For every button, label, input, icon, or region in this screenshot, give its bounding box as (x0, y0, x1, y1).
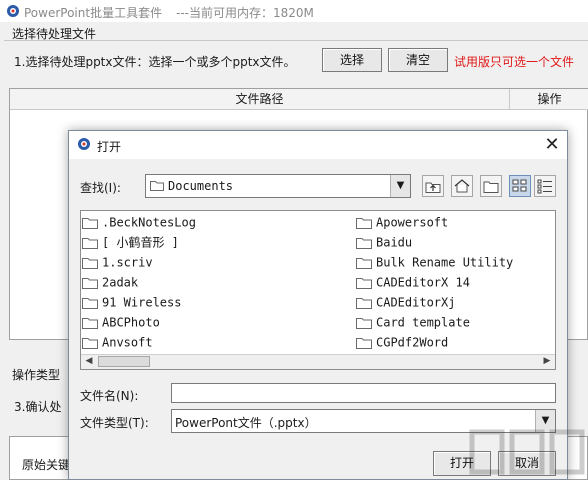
clear-button[interactable]: 清空 (388, 48, 448, 72)
details-view-icon (537, 179, 552, 194)
details-view-toggle[interactable] (534, 175, 556, 197)
file-list-column-right: Apowersoft Baidu Bulk Rename Utility CADEdi… (356, 212, 513, 352)
folder-list-item[interactable]: Baidu (356, 232, 513, 252)
operation-type-label: 操作类型 (12, 368, 61, 382)
file-list-column-left: .BeckNotesLog [ 小鹤音形 ] 1.scriv 2adak 91 Wire… (82, 212, 196, 352)
folder-name: .BeckNotesLog (102, 215, 196, 230)
app-logo-icon (7, 5, 19, 17)
folder-icon (82, 297, 98, 309)
look-in-label: 查找(I): (80, 181, 121, 195)
folder-list-item[interactable]: 2adak (82, 272, 196, 292)
folder-list-item[interactable]: .BeckNotesLog (82, 212, 196, 232)
folder-name: Bulk Rename Utility (376, 255, 514, 270)
file-name-label: 文件名(N): (80, 389, 139, 403)
folder-list-item[interactable]: CADEditorX 14 (356, 272, 513, 292)
dialog-title: 打开 (97, 140, 122, 154)
folder-list-item[interactable]: Card template (356, 312, 513, 332)
new-folder-button[interactable] (480, 175, 502, 197)
home-icon (454, 179, 470, 193)
folder-list-item[interactable]: [ 小鹤音形 ] (82, 232, 196, 252)
scroll-right-icon[interactable]: ▶ (540, 355, 554, 368)
folder-icon (82, 317, 98, 329)
folder-icon (82, 257, 98, 269)
horizontal-scrollbar[interactable] (81, 354, 555, 369)
step1-label: 1.选择待处理pptx文件：选择一个或多个pptx文件。 (14, 55, 296, 69)
folder-name: Anvsoft (102, 335, 153, 350)
folder-icon (356, 337, 372, 349)
folder-list-item[interactable]: CADEditorXj (356, 292, 513, 312)
new-folder-icon (483, 181, 499, 193)
folder-icon (356, 217, 372, 229)
folder-icon (356, 317, 372, 329)
folder-name: [ 小鹤音形 ] (102, 235, 179, 250)
folder-icon (82, 277, 98, 289)
folder-icon (82, 337, 98, 349)
folder-icon (356, 237, 372, 249)
original-keyword-label: 原始关键 (22, 458, 71, 472)
step3-label: 3.确认处 (14, 400, 62, 414)
close-icon[interactable]: ✕ (540, 133, 564, 157)
trial-note: 试用版只可选一个文件 (454, 55, 575, 69)
scrollbar-thumb[interactable] (98, 356, 150, 367)
folder-icon (356, 277, 372, 289)
folder-list-item[interactable]: Anvsoft (82, 332, 196, 352)
column-header-action[interactable]: 操作 (511, 89, 588, 109)
watermark-logo-icon (469, 429, 585, 475)
folder-list-item[interactable]: 91 Wireless (82, 292, 196, 312)
file-name-input[interactable] (171, 383, 556, 403)
chevron-down-icon[interactable]: ▼ (390, 175, 410, 197)
look-in-value: Documents (168, 179, 234, 193)
folder-list-item[interactable]: Bulk Rename Utility (356, 252, 513, 272)
select-button[interactable]: 选择 (322, 48, 382, 72)
scroll-left-icon[interactable]: ◀ (82, 355, 96, 368)
folder-name: 2adak (102, 275, 139, 290)
dialog-titlebar[interactable] (69, 131, 567, 159)
folder-name: Apowersoft (376, 215, 449, 230)
folder-name: Card template (376, 315, 470, 330)
dialog-app-icon (78, 138, 90, 150)
folder-icon (356, 297, 372, 309)
folder-list-item[interactable]: Apowersoft (356, 212, 513, 232)
folder-icon (150, 181, 164, 191)
column-header-path[interactable]: 文件路径 (10, 89, 510, 109)
up-one-level-button[interactable] (422, 175, 444, 197)
folder-icon (82, 217, 98, 229)
folder-name: CADEditorX 14 (376, 275, 470, 290)
window-title: PowerPoint批量工具套件 (24, 6, 163, 20)
folder-icon (356, 257, 372, 269)
folder-name: 1.scriv (102, 255, 153, 270)
folder-list-item[interactable]: 1.scriv (82, 252, 196, 272)
folder-name: ABCPhoto (102, 315, 160, 330)
folder-name: 91 Wireless (102, 295, 182, 310)
folder-list-item[interactable]: CGPdf2Word (356, 332, 513, 352)
folder-name: CGPdf2Word (376, 335, 449, 350)
list-view-toggle[interactable] (509, 175, 531, 197)
file-type-label: 文件类型(T): (80, 416, 149, 430)
list-view-icon (512, 179, 527, 192)
memory-status: ---当前可用内存：1820M (176, 6, 314, 20)
folder-icon (82, 237, 98, 249)
file-type-value: PowerPont文件（.pptx） (175, 416, 317, 430)
folder-name: CADEditorXj (376, 295, 456, 310)
folder-name: Baidu (376, 235, 413, 250)
home-button[interactable] (451, 175, 473, 197)
folder-list-item[interactable]: ABCPhoto (82, 312, 196, 332)
up-folder-icon (425, 182, 441, 193)
